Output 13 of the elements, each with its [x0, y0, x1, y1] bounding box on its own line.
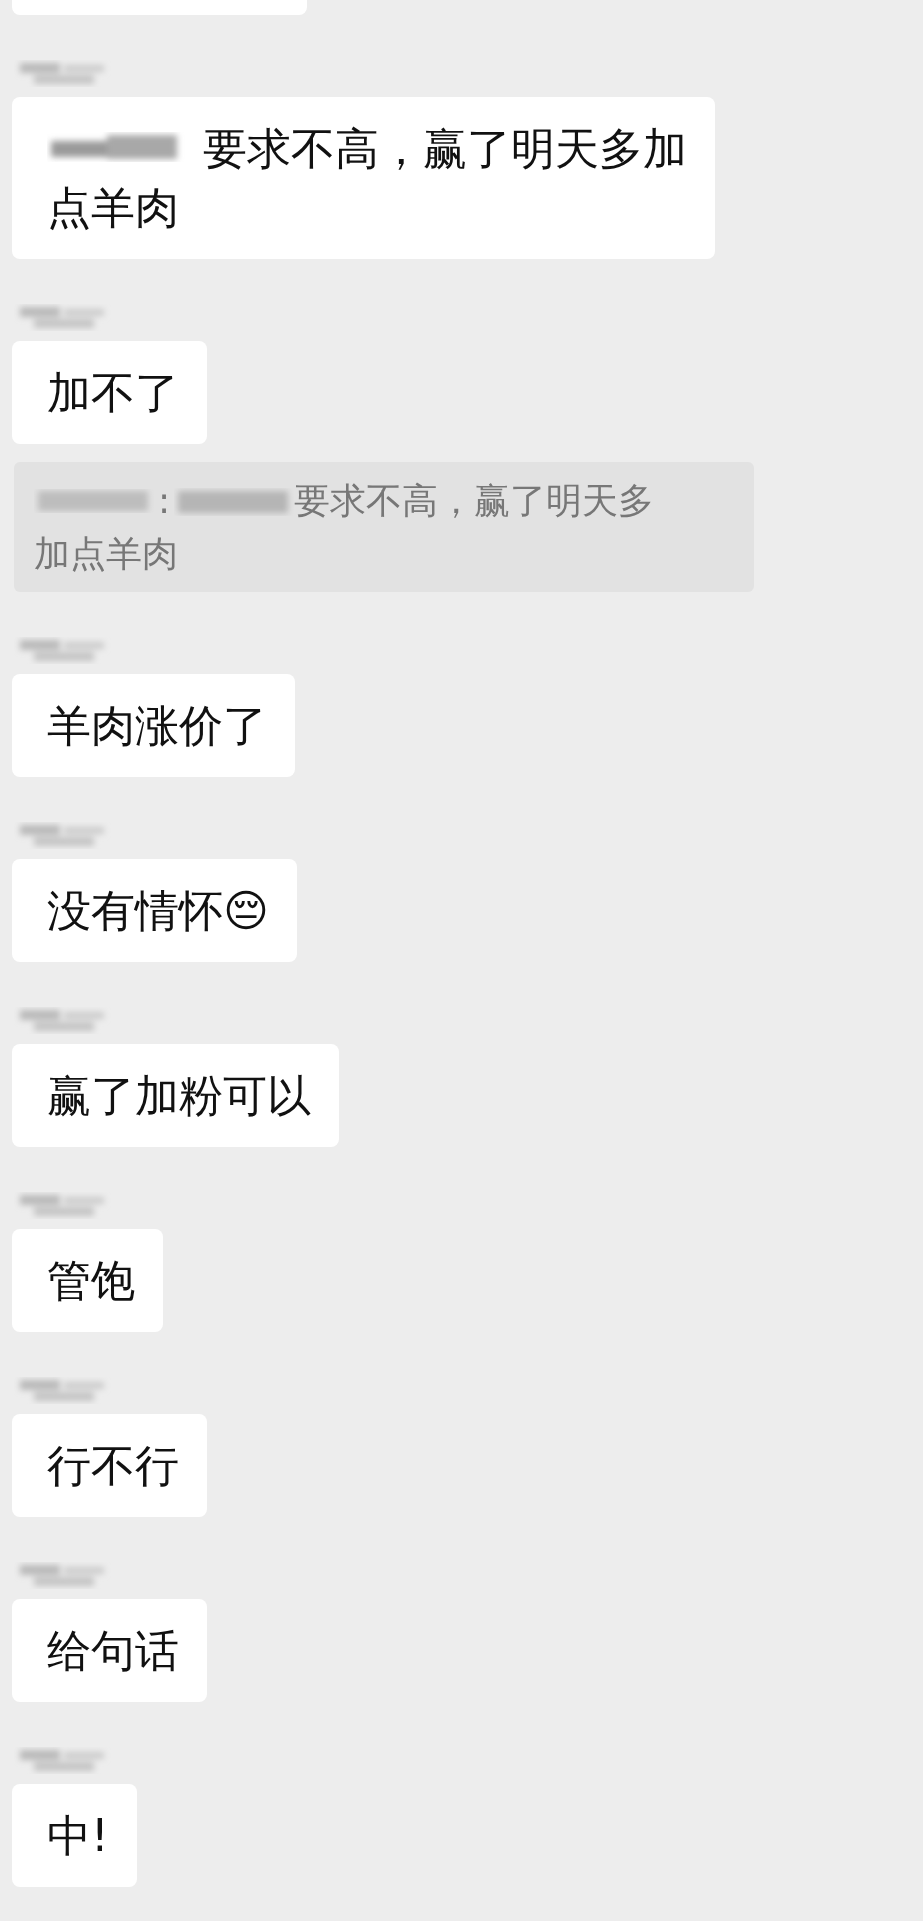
message-text: 羊肉涨价了	[47, 699, 267, 753]
quote-text: 要求不高，赢了明天多	[294, 479, 655, 523]
message-text: 加不了	[47, 366, 179, 420]
message-text: 给句话	[47, 1624, 179, 1678]
message-text: 管饱	[47, 1254, 135, 1308]
message-text: 要求不高，赢了明天多加	[203, 122, 687, 176]
quote-text: 加点羊肉	[34, 532, 178, 576]
message-text: 点羊肉	[47, 181, 179, 235]
message-text: 中!	[47, 1809, 109, 1863]
message-text: 赢了加粉可以	[47, 1069, 311, 1123]
message-text: 行不行	[47, 1439, 179, 1493]
quote-separator: :	[158, 479, 171, 523]
message-text: 没有情怀😔	[47, 884, 269, 938]
